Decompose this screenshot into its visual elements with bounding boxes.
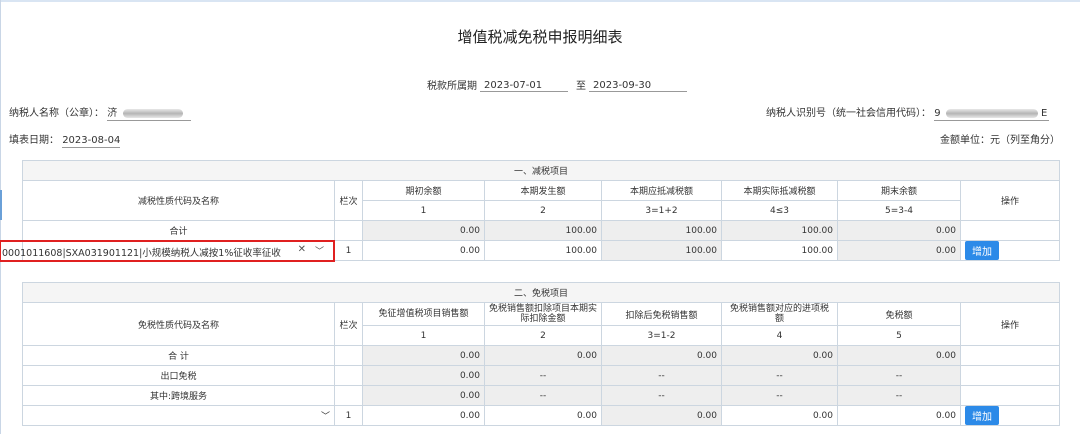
tax-period: 税款所属期 2023-07-01 至 2023-09-30 [427, 77, 687, 92]
value-input[interactable]: 100.00 [484, 240, 602, 261]
value-cell: -- [837, 365, 961, 386]
col-formula: 1 [362, 200, 485, 221]
total-cell: 0.00 [837, 220, 961, 241]
redaction-mask [123, 108, 184, 118]
value-cell: -- [721, 385, 838, 406]
reduction-code-select[interactable]: 0001011608|SXA031901121|小规模纳税人减按1%征收率征收 … [0, 240, 335, 262]
export-label: 出口免税 [22, 365, 335, 386]
value-cell: -- [484, 385, 602, 406]
taxpayer-name: 纳税人名称（公章）： 济 [9, 104, 192, 121]
col-formula: 3=1+2 [601, 200, 722, 221]
redaction-mask [945, 108, 1038, 118]
table-row: ﹀ 1 0.00 0.00 0.00 0.00 0.00 增加 [22, 405, 1061, 426]
value-input[interactable]: 100.00 [721, 240, 838, 261]
col-formula: 4 [721, 325, 838, 346]
col-header: 免税销售额扣除项目本期实际扣除金额 [484, 302, 602, 326]
line-cell: 1 [334, 405, 363, 426]
total-cell: 0.00 [362, 345, 485, 366]
total-cell: 100.00 [721, 220, 838, 241]
period-sep: 至 [576, 81, 586, 92]
value-cell: 0.00 [837, 240, 961, 261]
value-input[interactable]: 0.00 [837, 405, 961, 426]
period-label: 税款所属期 [427, 81, 477, 92]
line-cell: 1 [334, 240, 363, 261]
col-header: 期初余额 [362, 180, 485, 201]
col-formula: 3=1-2 [601, 325, 722, 346]
col-line: 栏次 [334, 302, 363, 346]
section2-title: 二、免税项目 [21, 282, 1061, 303]
total-label: 合 计 [22, 345, 335, 366]
add-button[interactable]: 增加 [965, 406, 999, 425]
total-cell: 100.00 [484, 220, 602, 241]
total-label: 合计 [22, 220, 335, 241]
total-cell: 0.00 [601, 345, 722, 366]
col-header: 免税销售额对应的进项税额 [721, 302, 838, 326]
value-input[interactable]: 0.00 [362, 405, 485, 426]
value-cell: -- [484, 365, 602, 386]
add-button[interactable]: 增加 [965, 241, 999, 260]
col-line: 栏次 [334, 180, 363, 221]
total-cell: 100.00 [601, 220, 722, 241]
col-header: 免征增值税项目销售额 [362, 302, 485, 326]
col-formula: 5 [837, 325, 961, 346]
taxpayer-name-field: 济 [107, 104, 192, 121]
value-cell: -- [601, 365, 722, 386]
taxpayer-name-label: 纳税人名称（公章）： [9, 108, 104, 119]
total-cell: 0.00 [484, 345, 602, 366]
value-input[interactable]: 0.00 [362, 240, 485, 261]
col-header: 扣除后免税销售额 [601, 302, 722, 326]
total-row: 合计 0.00 100.00 100.00 100.00 0.00 [22, 220, 1061, 241]
value-cell: 0.00 [601, 405, 722, 426]
col-formula: 2 [484, 325, 602, 346]
value-input[interactable]: 0.00 [484, 405, 602, 426]
chevron-down-icon[interactable]: ﹀ [321, 412, 330, 422]
period-end-input[interactable]: 2023-09-30 [589, 80, 687, 92]
col-header: 本期实际抵减税额 [721, 180, 838, 201]
col-header: 期末余额 [837, 180, 961, 201]
total-cell: 0.00 [721, 345, 838, 366]
highlight-box [0, 240, 335, 262]
taxpayer-name-value: 济 [107, 108, 118, 119]
col-action: 操作 [959, 302, 1061, 346]
value-input[interactable]: 0.00 [721, 405, 838, 426]
total-cell: 0.00 [837, 345, 961, 366]
period-start-input[interactable]: 2023-07-01 [480, 80, 568, 92]
fill-date-label: 填表日期： [9, 135, 59, 146]
value-cell: 0.00 [362, 365, 485, 386]
taxpayer-id-field: 9 E [934, 108, 1050, 121]
value-cell: 100.00 [601, 240, 722, 261]
table-row: 0001011608|SXA031901121|小规模纳税人减按1%征收率征收 … [0, 240, 1061, 262]
col-formula: 5=3-4 [837, 200, 961, 221]
col-exemption-code: 免税性质代码及名称 [22, 302, 335, 346]
amount-unit: 金额单位：元（列至角分） [940, 135, 1060, 146]
fill-date: 填表日期： 2023-08-04 [9, 131, 121, 148]
fill-date-value: 2023-08-04 [62, 135, 121, 148]
taxpayer-id-prefix: 9 [934, 108, 941, 119]
value-cell: -- [601, 385, 722, 406]
col-header: 免税额 [837, 302, 961, 326]
col-action: 操作 [959, 180, 1061, 221]
total-row: 合 计 0.00 0.00 0.00 0.00 0.00 [22, 345, 1061, 366]
total-cell: 0.00 [362, 220, 485, 241]
exemption-table: 二、免税项目 免税性质代码及名称 栏次 免征增值税项目销售额 免税销售额扣除项目… [21, 282, 1061, 426]
section1-title: 一、减税项目 [21, 160, 1061, 181]
col-reduction-code: 减税性质代码及名称 [22, 180, 335, 221]
taxpayer-id-suffix: E [1040, 108, 1048, 119]
value-cell: -- [837, 385, 961, 406]
table-row: 其中:跨境服务 0.00 -- -- -- -- [22, 385, 1061, 406]
value-cell: 0.00 [362, 385, 485, 406]
exemption-code-select[interactable]: ﹀ [22, 405, 335, 426]
taxpayer-id: 纳税人识别号（统一社会信用代码）： 9 E [766, 104, 1050, 121]
col-formula: 1 [362, 325, 485, 346]
reduction-table: 一、减税项目 减税性质代码及名称 栏次 期初余额 本期发生额 本期应抵减税额 本… [0, 160, 1061, 262]
col-header: 本期发生额 [484, 180, 602, 201]
col-header: 本期应抵减税额 [601, 180, 722, 201]
page-title: 增值税减免税申报明细表 [457, 28, 623, 46]
col-formula: 4≤3 [721, 200, 838, 221]
cross-border-label: 其中:跨境服务 [22, 385, 335, 406]
taxpayer-id-label: 纳税人识别号（统一社会信用代码）： [766, 108, 931, 119]
table-row: 出口免税 0.00 -- -- -- -- [22, 365, 1061, 386]
col-formula: 2 [484, 200, 602, 221]
value-cell: -- [721, 365, 838, 386]
